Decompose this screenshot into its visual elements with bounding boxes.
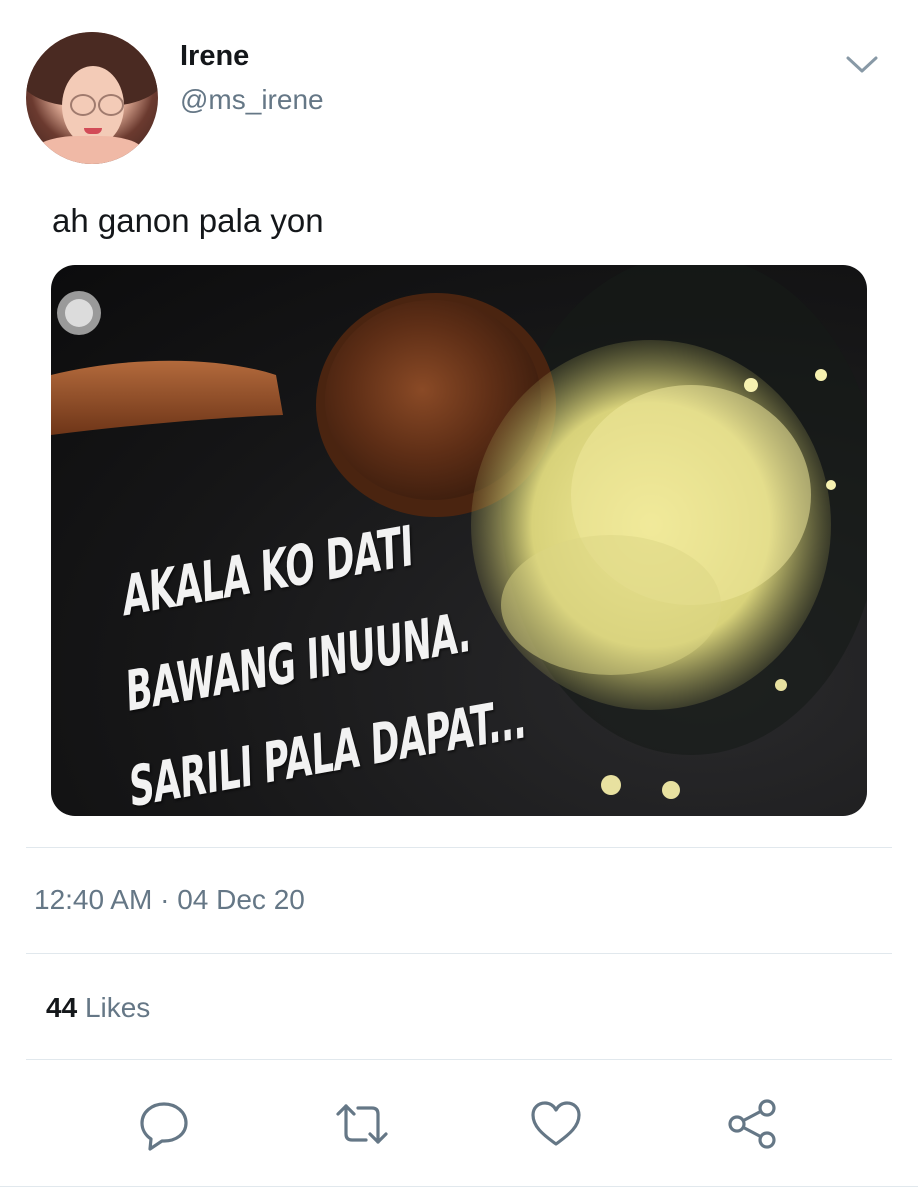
tweet-timestamp[interactable]: 12:40 AM · 04 Dec 20 (34, 884, 305, 916)
divider (0, 1186, 918, 1187)
chevron-down-icon (846, 56, 878, 73)
divider (26, 1059, 892, 1060)
avatar[interactable] (26, 32, 158, 164)
retweet-button[interactable] (332, 1094, 392, 1154)
likes-summary[interactable]: 44 Likes (46, 992, 150, 1024)
share-icon (728, 1099, 776, 1149)
divider (26, 847, 892, 848)
reply-button[interactable] (134, 1094, 194, 1154)
divider (26, 953, 892, 954)
like-icon (531, 1101, 581, 1146)
author-handle[interactable]: @ms_irene (180, 84, 324, 116)
likes-count: 44 (46, 992, 78, 1023)
tweet-date: 04 Dec 20 (177, 884, 305, 915)
share-button[interactable] (722, 1094, 782, 1154)
tweet-text: ah ganon pala yon (52, 202, 324, 239)
tweet-header: Irene @ms_irene (0, 0, 918, 180)
tweet-time: 12:40 AM (34, 884, 153, 915)
author-name[interactable]: Irene (180, 40, 249, 73)
likes-label: Likes (84, 992, 151, 1023)
tweet-image[interactable]: AKALA KO DATI BAWANG INUUNA. SARILI PALA… (51, 265, 867, 816)
timestamp-separator: · (160, 884, 170, 915)
like-button[interactable] (526, 1094, 586, 1154)
retweet-icon (336, 1104, 388, 1144)
more-options-button[interactable] (844, 50, 880, 78)
reply-icon (140, 1102, 188, 1151)
